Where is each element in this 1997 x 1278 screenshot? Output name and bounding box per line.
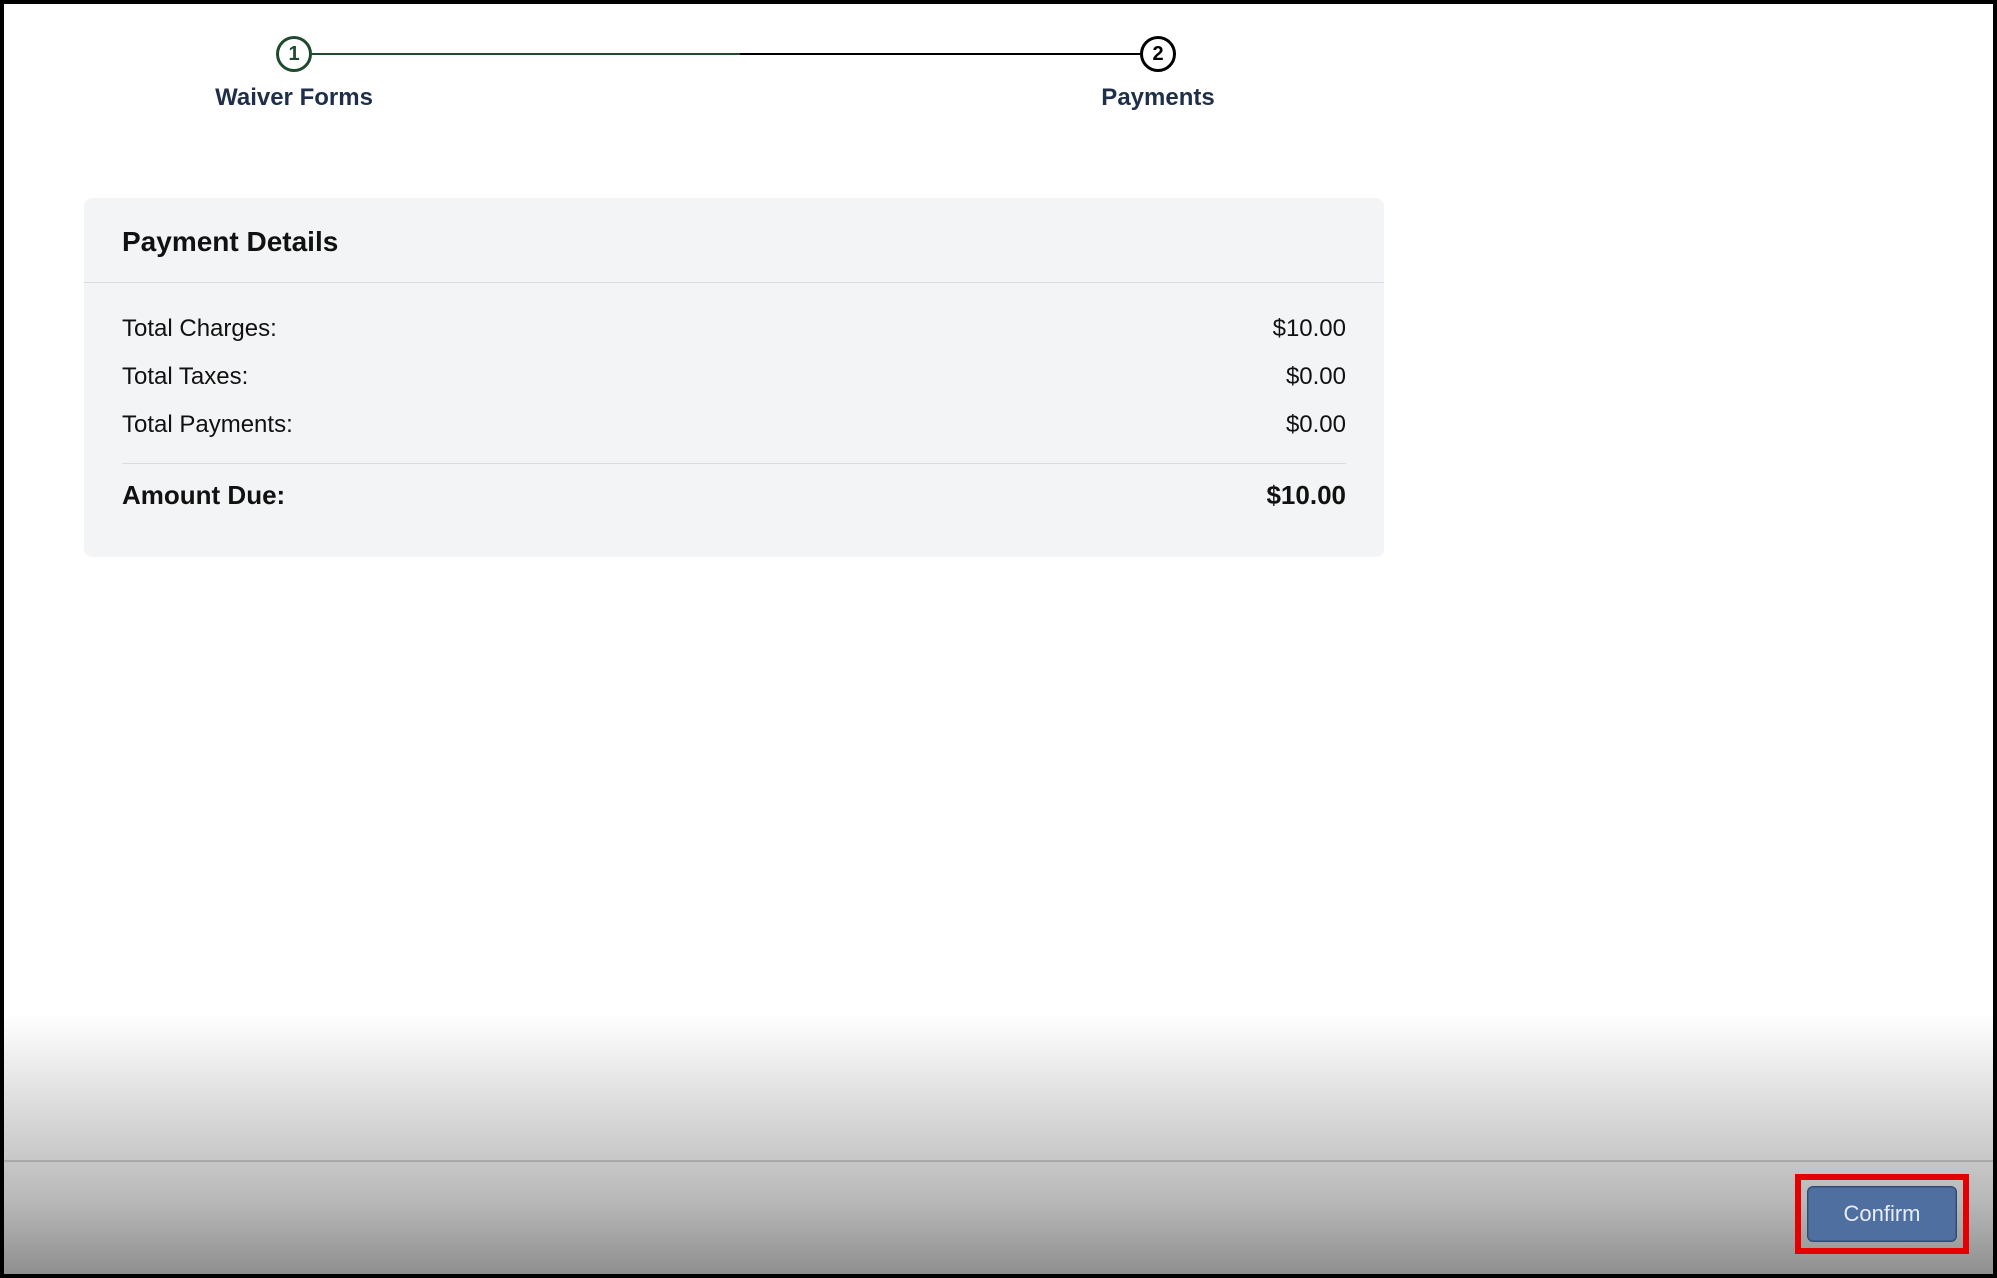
app-frame: 1 Waiver Forms 2 Payments Payment Detail… — [0, 0, 1997, 1278]
row-total-payments: Total Payments: $0.00 — [122, 401, 1346, 449]
divider — [122, 463, 1346, 464]
row-value: $10.00 — [1273, 315, 1346, 343]
card-body: Total Charges: $10.00 Total Taxes: $0.00… — [84, 283, 1384, 557]
row-total-charges: Total Charges: $10.00 — [122, 305, 1346, 353]
step-number-label: 1 — [288, 43, 299, 66]
row-value: $0.00 — [1286, 363, 1346, 391]
row-label: Total Charges: — [122, 315, 277, 343]
step-label-waiver-forms: Waiver Forms — [215, 84, 373, 112]
footer-divider — [4, 1160, 1993, 1162]
stepper-connector-pending — [740, 53, 1160, 55]
confirm-button[interactable]: Confirm — [1807, 1186, 1957, 1242]
step-number-2: 2 — [1140, 36, 1176, 72]
confirm-highlight-box: Confirm — [1795, 1174, 1969, 1254]
stepper-connector-done — [310, 53, 740, 55]
row-value: $0.00 — [1286, 411, 1346, 439]
step-number-label: 2 — [1152, 43, 1163, 66]
card-spacer — [122, 521, 1346, 547]
step-payments[interactable]: 2 Payments — [1140, 36, 1176, 72]
row-total-taxes: Total Taxes: $0.00 — [122, 353, 1346, 401]
row-label: Amount Due: — [122, 480, 285, 511]
row-amount-due: Amount Due: $10.00 — [122, 470, 1346, 521]
row-label: Total Taxes: — [122, 363, 248, 391]
payment-details-card: Payment Details Total Charges: $10.00 To… — [84, 198, 1384, 557]
card-header: Payment Details — [84, 198, 1384, 283]
stepper: 1 Waiver Forms 2 Payments — [224, 28, 1184, 138]
step-waiver-forms[interactable]: 1 Waiver Forms — [276, 36, 312, 72]
card-title: Payment Details — [122, 226, 1346, 258]
bottom-fade-overlay — [4, 1014, 1993, 1274]
row-label: Total Payments: — [122, 411, 293, 439]
step-label-payments: Payments — [1101, 84, 1214, 112]
step-number-1: 1 — [276, 36, 312, 72]
row-value: $10.00 — [1266, 480, 1346, 511]
